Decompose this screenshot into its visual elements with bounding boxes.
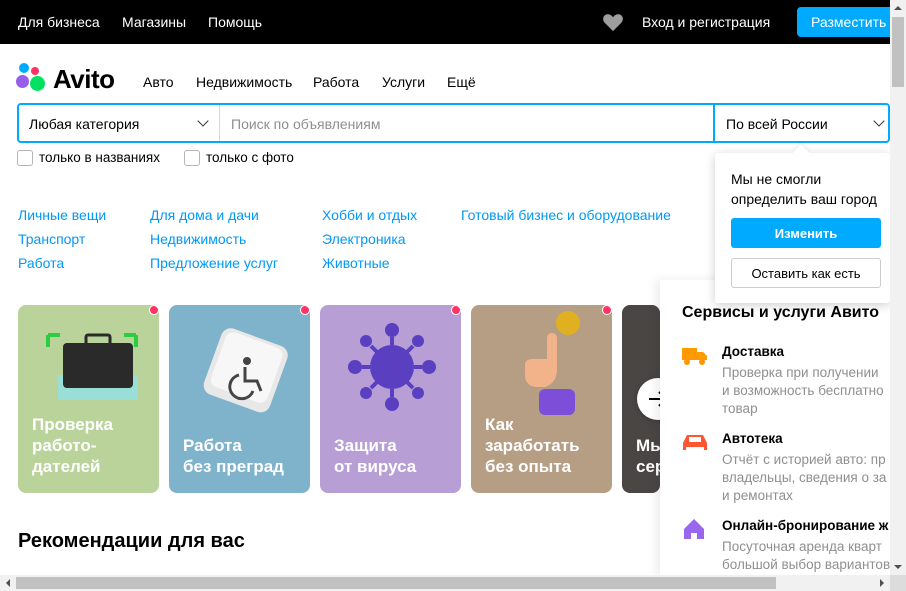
story-title: Работа без преград	[183, 436, 284, 476]
with-photo-label: только с фото	[206, 150, 294, 165]
region-select[interactable]: По всей России	[717, 105, 890, 141]
house-icon	[684, 519, 704, 539]
virus-icon	[348, 323, 436, 411]
service-title: Онлайн-бронирование ж	[722, 518, 889, 533]
post-ad-button[interactable]: Разместить	[797, 7, 897, 37]
favorites-heart-icon[interactable]	[602, 12, 624, 32]
avito-logo[interactable]: Avito	[16, 62, 126, 96]
business-link[interactable]: Для бизнеса	[18, 14, 100, 30]
category-link[interactable]: Недвижимость	[150, 231, 246, 247]
unread-badge	[300, 305, 310, 315]
category-link[interactable]: Работа	[18, 255, 64, 271]
category-link[interactable]: Готовый бизнес и оборудование	[461, 207, 671, 223]
change-city-button[interactable]: Изменить	[731, 218, 881, 248]
chevron-down-icon	[873, 115, 885, 127]
accessibility-key-icon	[203, 328, 288, 413]
category-link[interactable]: Личные вещи	[18, 207, 106, 223]
services-panel: Сервисы и услуги Авито Доставка Проверка…	[660, 280, 890, 576]
story-title: Как заработать без опыта	[485, 415, 580, 476]
nav-more[interactable]: Ещё	[447, 74, 476, 90]
service-description: Проверка при получении и возможность бесп…	[722, 365, 884, 416]
unread-badge	[451, 305, 461, 315]
search-bar: Любая категория Поиск по объявлениям По …	[17, 103, 890, 143]
unread-badge	[602, 305, 612, 315]
top-bar: Для бизнеса Магазины Помощь Вход и регис…	[0, 0, 897, 44]
story-card[interactable]: Работа без преград	[169, 305, 310, 493]
region-select-value: По всей России	[726, 116, 828, 132]
horizontal-scroll-thumb[interactable]	[16, 577, 776, 589]
story-title: Мысер	[636, 436, 660, 476]
category-link[interactable]: Животные	[322, 255, 390, 271]
logo-wordmark: Avito	[53, 64, 115, 94]
category-select[interactable]: Любая категория	[19, 105, 220, 141]
category-select-value: Любая категория	[29, 116, 140, 132]
nav-services[interactable]: Услуги	[382, 74, 425, 90]
login-register-link[interactable]: Вход и регистрация	[642, 14, 770, 30]
nav-realty[interactable]: Недвижимость	[196, 74, 292, 90]
category-link[interactable]: Транспорт	[18, 231, 85, 247]
category-link[interactable]: Для дома и дачи	[150, 207, 259, 223]
category-link[interactable]: Предложение услуг	[150, 255, 278, 271]
story-title: Проверка работо-дателей	[32, 415, 114, 476]
city-detect-popup: Мы не смогли определить ваш город Измени…	[715, 144, 890, 303]
shops-link[interactable]: Магазины	[122, 14, 186, 30]
checkbox-box[interactable]	[17, 150, 33, 166]
chevron-down-icon	[197, 115, 209, 127]
service-description: Посуточная аренда кварт большой выбор вар…	[722, 539, 891, 572]
story-card[interactable]: Защита от вируса	[320, 305, 461, 493]
titles-only-label: только в названиях	[39, 150, 160, 165]
popup-arrow	[792, 144, 810, 162]
scroll-down-icon[interactable]	[890, 559, 906, 575]
search-input[interactable]: Поиск по объявлениям	[221, 105, 715, 141]
service-title: Автотека	[722, 431, 783, 446]
popup-message: Мы не смогли определить ваш город	[731, 171, 877, 207]
vertical-scrollbar[interactable]	[890, 0, 906, 575]
nav-jobs[interactable]: Работа	[313, 74, 359, 90]
story-title: Защита от вируса	[334, 436, 417, 476]
nav-auto[interactable]: Авто	[143, 74, 174, 90]
service-description: Отчёт с историей авто: пр владельцы, свед…	[722, 452, 887, 503]
truck-icon	[682, 348, 707, 365]
car-icon	[683, 435, 707, 450]
scroll-up-icon[interactable]	[890, 0, 906, 16]
service-title: Доставка	[722, 344, 785, 359]
help-link[interactable]: Помощь	[208, 14, 262, 30]
keep-city-button[interactable]: Оставить как есть	[731, 258, 881, 288]
services-heading: Сервисы и услуги Авито	[682, 304, 880, 321]
story-card[interactable]: Проверка работо-дателей	[18, 305, 159, 493]
category-link[interactable]: Электроника	[322, 231, 406, 247]
scrollbar-corner	[890, 575, 906, 591]
recommendations-heading: Рекомендации для вас	[18, 530, 245, 552]
horizontal-scrollbar[interactable]	[0, 575, 890, 591]
story-card[interactable]: Как заработать без опыта	[471, 305, 612, 493]
vertical-scroll-thumb[interactable]	[892, 17, 904, 87]
checkbox-box[interactable]	[184, 150, 200, 166]
unread-badge	[149, 305, 159, 315]
scroll-left-icon[interactable]	[0, 575, 16, 591]
scroll-right-icon[interactable]	[874, 575, 890, 591]
category-link[interactable]: Хобби и отдых	[322, 207, 417, 223]
